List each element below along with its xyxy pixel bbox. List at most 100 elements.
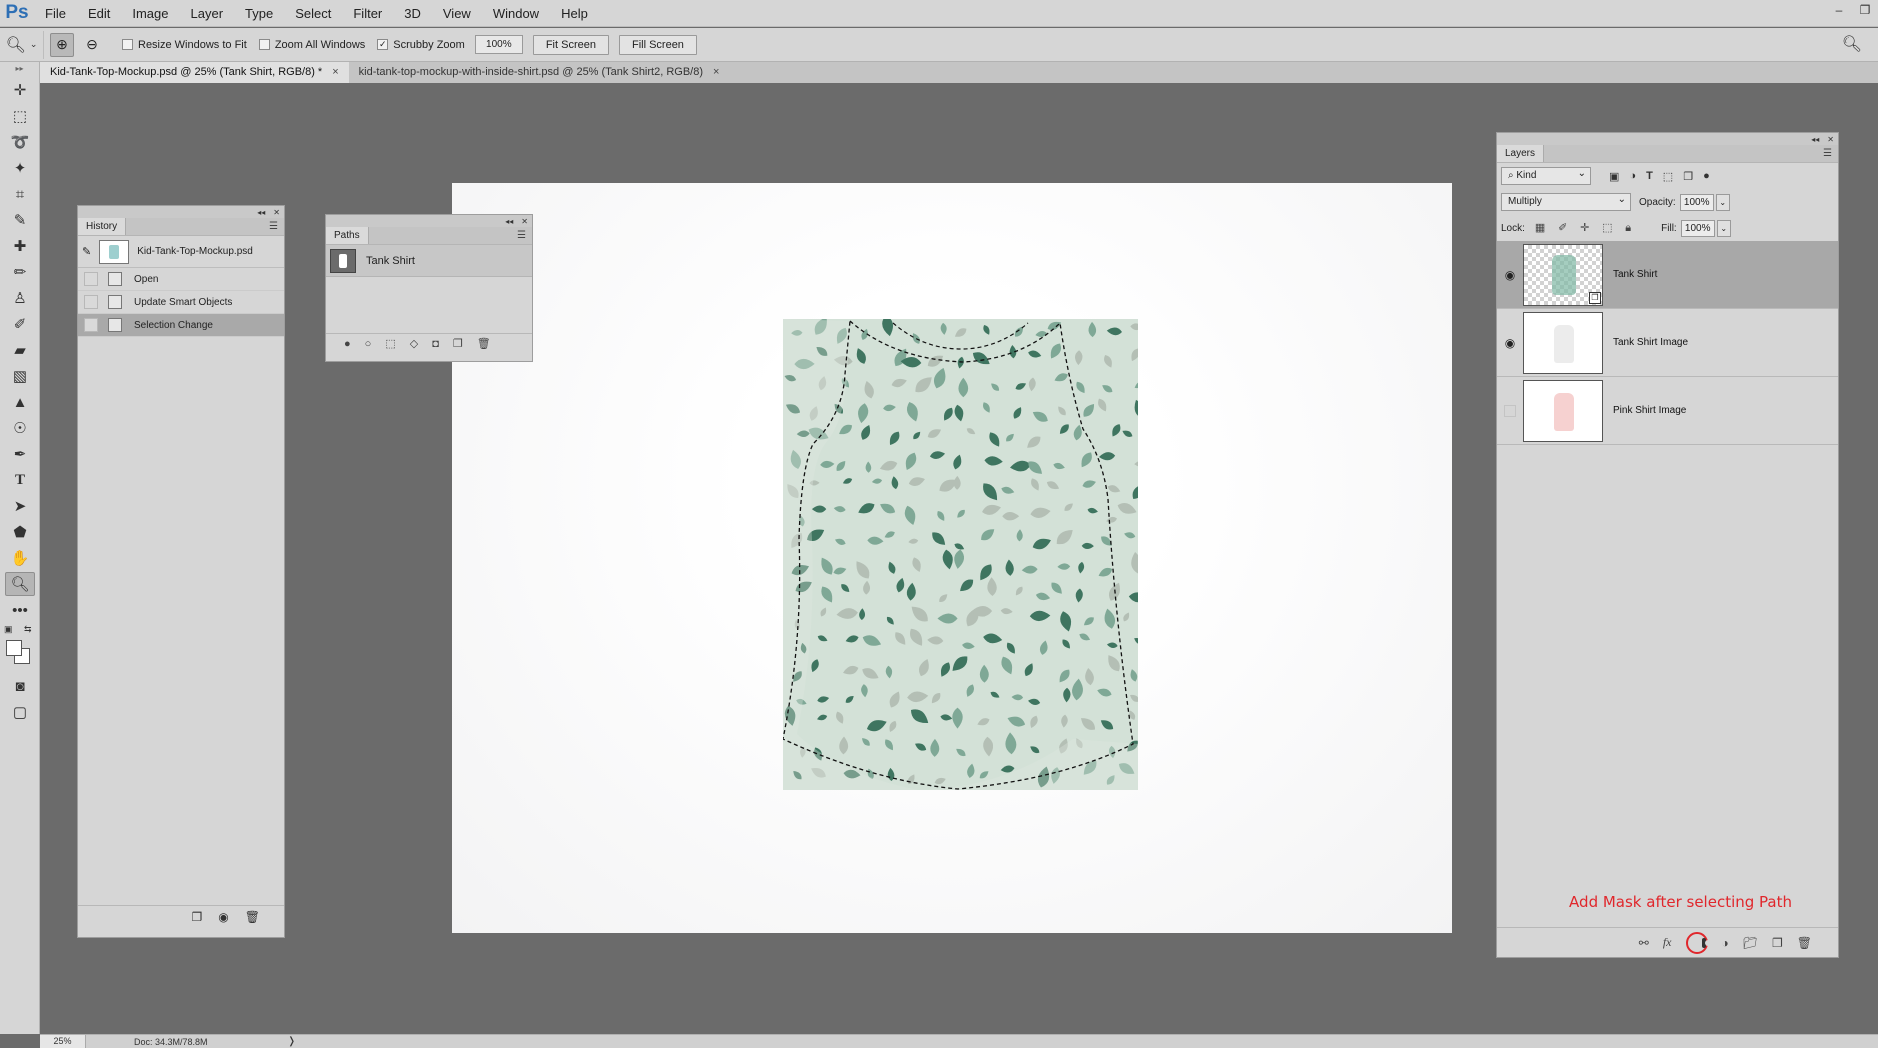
close-icon[interactable]: ✕ bbox=[1827, 135, 1834, 144]
adjustment-filter-icon[interactable]: ◑ bbox=[1629, 170, 1636, 183]
panel-menu-icon[interactable]: ☰ bbox=[517, 230, 526, 241]
menu-edit[interactable]: Edit bbox=[77, 0, 121, 27]
filter-toggle-icon[interactable]: ● bbox=[1703, 170, 1710, 183]
minimize-button[interactable]: – bbox=[1826, 0, 1852, 20]
tab-history[interactable]: History bbox=[78, 218, 127, 235]
menu-select[interactable]: Select bbox=[284, 0, 342, 27]
move-tool-icon[interactable]: ✛ bbox=[5, 78, 35, 102]
new-group-icon[interactable]: 📁︎ bbox=[1743, 936, 1758, 950]
healing-brush-tool-icon[interactable]: ✚ bbox=[5, 234, 35, 258]
collapse-icon[interactable]: ◂◂ bbox=[505, 217, 513, 226]
layer-style-fx-icon[interactable]: fx bbox=[1663, 935, 1672, 950]
lasso-tool-icon[interactable]: ➰ bbox=[5, 130, 35, 154]
layer-row[interactable]: ◉ ❐ Tank Shirt bbox=[1497, 241, 1838, 309]
gradient-tool-icon[interactable]: ▧ bbox=[5, 364, 35, 388]
menu-file[interactable]: File bbox=[34, 0, 77, 27]
dodge-tool-icon[interactable]: ☉ bbox=[5, 416, 35, 440]
menu-type[interactable]: Type bbox=[234, 0, 284, 27]
collapse-icon[interactable]: ◂◂ bbox=[257, 208, 265, 217]
search-icon[interactable]: 🔍︎ bbox=[1842, 34, 1862, 54]
history-item[interactable]: Update Smart Objects bbox=[78, 291, 284, 314]
fill-path-icon[interactable]: ● bbox=[344, 338, 351, 350]
make-work-path-icon[interactable]: ◇ bbox=[410, 337, 418, 350]
menu-3d[interactable]: 3D bbox=[393, 0, 432, 27]
path-selection-tool-icon[interactable]: ➤ bbox=[5, 494, 35, 518]
collapse-icon[interactable]: ◂◂ bbox=[1811, 135, 1819, 144]
tab-paths[interactable]: Paths bbox=[326, 227, 369, 244]
lock-position-icon[interactable]: ✛ bbox=[1580, 222, 1589, 234]
menu-filter[interactable]: Filter bbox=[342, 0, 393, 27]
history-snapshot[interactable]: ✎ Kid-Tank-Top-Mockup.psd bbox=[78, 236, 284, 268]
fill-field[interactable]: 100% bbox=[1680, 219, 1715, 237]
eyedropper-tool-icon[interactable]: ✎ bbox=[5, 208, 35, 232]
quick-mask-icon[interactable]: ◙ bbox=[5, 674, 35, 698]
history-brush-source-box[interactable] bbox=[84, 295, 98, 309]
panel-menu-icon[interactable]: ☰ bbox=[269, 221, 278, 232]
layer-row[interactable]: Pink Shirt Image bbox=[1497, 377, 1838, 445]
restore-button[interactable]: ❐ bbox=[1852, 0, 1878, 20]
zoom-in-button[interactable]: ⊕ bbox=[50, 32, 74, 57]
hand-tool-icon[interactable]: ✋ bbox=[5, 546, 35, 570]
close-icon[interactable]: ✕ bbox=[521, 217, 528, 226]
blend-mode-select[interactable]: Multiply bbox=[1501, 192, 1631, 211]
zoom-tool-icon[interactable]: 🔍︎ bbox=[5, 572, 35, 596]
fit-screen-button[interactable]: Fit Screen bbox=[532, 34, 609, 55]
zoom-all-windows-checkbox[interactable]: Zoom All Windows bbox=[258, 39, 365, 51]
eraser-tool-icon[interactable]: ▰ bbox=[5, 338, 35, 362]
history-brush-tool-icon[interactable]: ✐ bbox=[5, 312, 35, 336]
tab-kid-tank-top-inside-shirt[interactable]: kid-tank-top-mockup-with-inside-shirt.ps… bbox=[349, 62, 730, 83]
custom-shape-tool-icon[interactable]: ⬟ bbox=[5, 520, 35, 544]
close-icon[interactable]: × bbox=[332, 62, 338, 83]
history-brush-source-box[interactable] bbox=[84, 272, 98, 286]
more-tools-icon[interactable]: ••• bbox=[5, 598, 35, 622]
tab-kid-tank-top-mockup[interactable]: Kid-Tank-Top-Mockup.psd @ 25% (Tank Shir… bbox=[40, 62, 349, 83]
crop-tool-icon[interactable]: ⌗ bbox=[5, 182, 35, 206]
camera-icon[interactable]: ◉ bbox=[218, 910, 228, 924]
type-filter-icon[interactable]: T bbox=[1646, 170, 1653, 183]
resize-windows-checkbox[interactable]: Resize Windows to Fit bbox=[122, 39, 247, 51]
history-item-selected[interactable]: Selection Change bbox=[78, 314, 284, 337]
pixel-filter-icon[interactable]: ▣ bbox=[1609, 170, 1619, 183]
pen-tool-icon[interactable]: ✒ bbox=[5, 442, 35, 466]
kind-filter-select[interactable]: ⌕ Kind bbox=[1501, 166, 1591, 185]
fill-dropdown[interactable]: ⌄ bbox=[1716, 219, 1731, 237]
foreground-color-swatch[interactable] bbox=[6, 640, 22, 656]
menu-layer[interactable]: Layer bbox=[180, 0, 235, 27]
menu-view[interactable]: View bbox=[432, 0, 482, 27]
trash-icon[interactable]: 🗑︎ bbox=[477, 337, 491, 350]
document-canvas[interactable] bbox=[452, 183, 1452, 933]
shape-filter-icon[interactable]: ⬚ bbox=[1663, 170, 1673, 183]
add-mask-icon[interactable]: ◘ bbox=[432, 338, 439, 350]
history-item[interactable]: Open bbox=[78, 268, 284, 291]
opacity-dropdown[interactable]: ⌄ bbox=[1715, 193, 1730, 211]
layer-row[interactable]: ◉ Tank Shirt Image bbox=[1497, 309, 1838, 377]
eye-icon[interactable]: ◉ bbox=[1497, 268, 1523, 282]
new-layer-icon[interactable]: ❐ bbox=[1772, 936, 1783, 950]
brush-tool-icon[interactable]: ✏ bbox=[5, 260, 35, 284]
lock-all-icon[interactable]: 🔒︎ bbox=[1625, 222, 1631, 234]
blur-tool-icon[interactable]: ▲ bbox=[5, 390, 35, 414]
trash-icon[interactable]: 🗑︎ bbox=[245, 910, 260, 924]
toolbar-grip[interactable]: ▸▸ bbox=[0, 62, 39, 76]
zoom-out-button[interactable]: ⊖ bbox=[80, 33, 104, 57]
marquee-tool-icon[interactable]: ⬚ bbox=[5, 104, 35, 128]
lock-pixels-icon[interactable]: ✐ bbox=[1558, 222, 1567, 234]
eye-icon[interactable]: ◉ bbox=[1497, 336, 1523, 350]
visibility-toggle-off[interactable] bbox=[1504, 404, 1516, 417]
swap-colors-icon[interactable]: ⇆ bbox=[24, 624, 32, 635]
magic-wand-tool-icon[interactable]: ✦ bbox=[5, 156, 35, 180]
menu-image[interactable]: Image bbox=[121, 0, 179, 27]
load-selection-icon[interactable]: ⬚ bbox=[385, 337, 395, 350]
stroke-path-icon[interactable]: ○ bbox=[365, 338, 372, 350]
path-item[interactable]: Tank Shirt bbox=[326, 245, 532, 277]
menu-window[interactable]: Window bbox=[482, 0, 550, 27]
history-brush-source-box[interactable] bbox=[84, 318, 98, 332]
add-layer-mask-button[interactable] bbox=[1685, 931, 1711, 954]
new-path-icon[interactable]: ❐ bbox=[453, 337, 463, 350]
close-icon[interactable]: × bbox=[713, 62, 719, 83]
smart-object-filter-icon[interactable]: ❐ bbox=[1683, 170, 1693, 183]
type-tool-icon[interactable]: T bbox=[5, 468, 35, 492]
lock-transparent-icon[interactable]: ▦ bbox=[1535, 222, 1545, 234]
default-colors-icon[interactable]: ▣ bbox=[4, 624, 13, 635]
tool-preset-picker[interactable]: 🔍︎ ⌄ bbox=[0, 30, 44, 59]
